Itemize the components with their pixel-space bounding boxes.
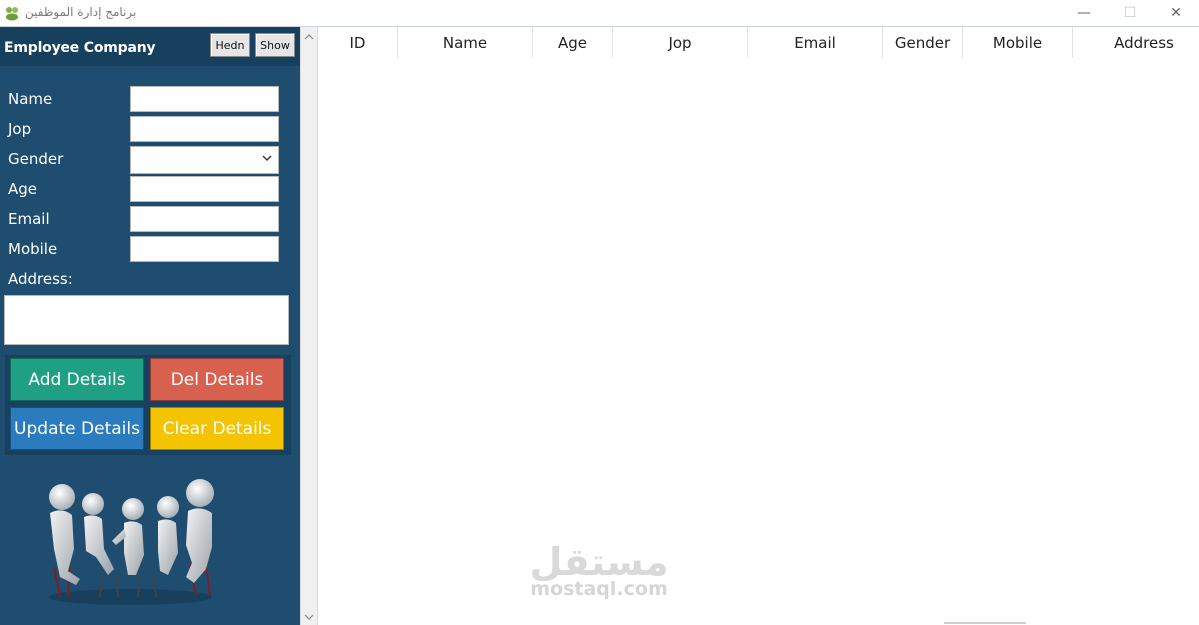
hedn-button[interactable]: Hedn <box>210 33 250 57</box>
column-header-mobile[interactable]: Mobile <box>963 27 1073 58</box>
column-header-name[interactable]: Name <box>398 27 533 58</box>
show-button[interactable]: Show <box>255 33 295 57</box>
email-input[interactable] <box>130 206 279 232</box>
address-textarea[interactable] <box>4 295 289 345</box>
sidebar-panel: Employee Company Hedn Show Name Jop Gend… <box>0 27 300 625</box>
watermark: مستقل mostaql.com <box>524 540 674 600</box>
column-header-gender[interactable]: Gender <box>883 27 963 58</box>
sidebar-header: Employee Company Hedn Show <box>0 27 300 66</box>
update-details-button[interactable]: Update Details <box>10 407 144 450</box>
vertical-scrollbar[interactable] <box>300 27 318 625</box>
chevron-down-icon <box>262 155 272 161</box>
people-icon <box>6 7 18 21</box>
employees-table[interactable]: ID Name Age Jop Email Gender Mobile Addr… <box>318 27 1199 625</box>
column-header-id[interactable]: ID <box>318 27 398 58</box>
company-title: Employee Company <box>4 40 156 56</box>
clear-details-button[interactable]: Clear Details <box>150 407 284 450</box>
email-label: Email <box>8 210 50 228</box>
jop-input[interactable] <box>130 116 279 142</box>
name-label: Name <box>8 90 53 108</box>
add-details-button[interactable]: Add Details <box>10 358 144 401</box>
age-input[interactable] <box>130 176 279 202</box>
bottom-scroll-indicator <box>944 622 1026 624</box>
team-meeting-illustration <box>48 479 214 605</box>
jop-label: Jop <box>8 120 32 138</box>
action-buttons-panel: Add Details Del Details Update Details C… <box>5 355 291 455</box>
name-input[interactable] <box>130 86 279 112</box>
age-label: Age <box>8 180 38 198</box>
title-bar: برنامج إدارة الموظفين — ☐ ✕ <box>0 0 1199 27</box>
column-header-email[interactable]: Email <box>748 27 883 58</box>
mobile-input[interactable] <box>130 236 279 262</box>
minimize-button[interactable]: — <box>1061 0 1107 26</box>
maximize-button[interactable]: ☐ <box>1107 0 1153 26</box>
window-title: برنامج إدارة الموظفين <box>25 5 137 19</box>
column-header-age[interactable]: Age <box>533 27 613 58</box>
mobile-label: Mobile <box>8 240 58 258</box>
column-header-address[interactable]: Address <box>1073 27 1199 58</box>
gender-select[interactable] <box>130 146 279 174</box>
chevron-up-icon[interactable] <box>304 32 314 42</box>
column-header-jop[interactable]: Jop <box>613 27 748 58</box>
watermark-english: mostaql.com <box>530 578 668 600</box>
gender-label: Gender <box>8 150 64 168</box>
del-details-button[interactable]: Del Details <box>150 358 284 401</box>
close-button[interactable]: ✕ <box>1153 0 1199 26</box>
chevron-down-icon[interactable] <box>304 612 314 622</box>
address-label: Address: <box>8 270 73 288</box>
